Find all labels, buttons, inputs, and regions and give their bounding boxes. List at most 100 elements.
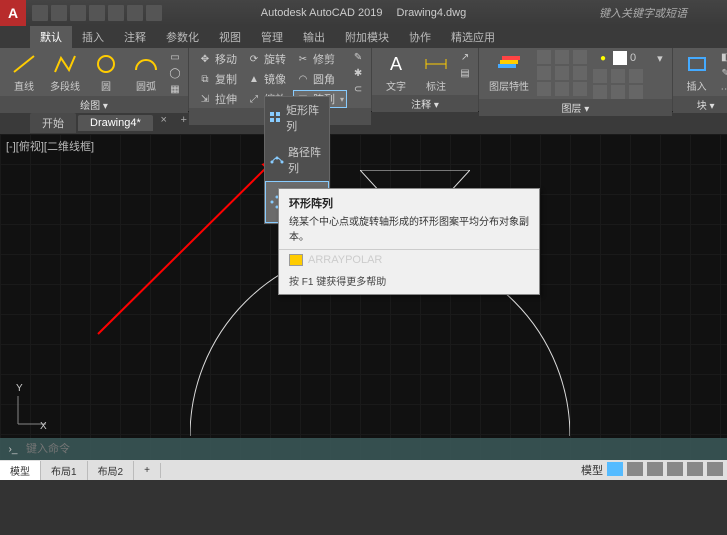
- qat-plot-icon[interactable]: [108, 5, 124, 21]
- panel-layer-title[interactable]: 图层 ▾: [479, 99, 672, 116]
- app-logo[interactable]: A: [0, 0, 26, 26]
- layer-tool-icon[interactable]: [555, 50, 569, 64]
- layer-tool-icon[interactable]: [555, 66, 569, 80]
- qat-undo-icon[interactable]: [127, 5, 143, 21]
- layout-tab-2[interactable]: 布局2: [88, 461, 135, 480]
- explode-icon[interactable]: ✱: [351, 66, 365, 80]
- tab-default[interactable]: 默认: [30, 26, 72, 48]
- layout-tab-add-icon[interactable]: +: [134, 463, 161, 478]
- qat-save-icon[interactable]: [70, 5, 86, 21]
- layer-tool-icon[interactable]: [537, 82, 551, 96]
- array-rect-item[interactable]: 矩形阵列: [265, 97, 329, 139]
- doc-tab-close-icon[interactable]: ×: [155, 114, 173, 132]
- move-button[interactable]: ✥移动: [195, 50, 240, 68]
- layer-tool-icon[interactable]: [573, 66, 587, 80]
- panel-block: 插入 ◧ ✎ ⋯ 块 ▾: [673, 48, 727, 111]
- command-input[interactable]: [26, 443, 721, 455]
- status-model-label[interactable]: 模型: [581, 462, 603, 478]
- line-button[interactable]: 直线: [6, 50, 42, 95]
- layer-tool-icon[interactable]: [537, 50, 551, 64]
- bulb-icon: ●: [596, 51, 610, 65]
- circle-button[interactable]: 圆: [88, 50, 124, 95]
- rect-icon[interactable]: ▭: [168, 50, 182, 64]
- layout-tab-model[interactable]: 模型: [0, 461, 41, 480]
- layer-tool-icon[interactable]: [555, 82, 569, 96]
- tab-output[interactable]: 输出: [293, 26, 335, 48]
- leader-icon[interactable]: ↗: [458, 50, 472, 64]
- layer-tool-icon[interactable]: [629, 85, 643, 99]
- tab-insert[interactable]: 插入: [72, 26, 114, 48]
- status-snap-icon[interactable]: [627, 462, 643, 476]
- table-icon[interactable]: ▤: [458, 66, 472, 80]
- panel-block-title[interactable]: 块 ▾: [673, 96, 727, 113]
- layer-tool-icon[interactable]: [611, 85, 625, 99]
- block-edit-icon[interactable]: ✎: [719, 66, 727, 80]
- tab-addins[interactable]: 附加模块: [335, 26, 399, 48]
- titlebar: A Autodesk AutoCAD 2019 Drawing4.dwg 键入关…: [0, 0, 727, 26]
- qat-new-icon[interactable]: [32, 5, 48, 21]
- qat-open-icon[interactable]: [51, 5, 67, 21]
- trim-button[interactable]: ✂修剪: [293, 50, 347, 68]
- layer-tool-icon[interactable]: [593, 69, 607, 83]
- ellipse-icon[interactable]: ◯: [168, 66, 182, 80]
- doc-tab-start[interactable]: 开始: [30, 113, 76, 133]
- drawing-canvas[interactable]: [-][俯视][二维线框] Y X ›_ 模型 布局1 布局2 + 模型: [0, 134, 727, 480]
- panel-annot-title[interactable]: 注释 ▾: [372, 95, 478, 112]
- command-icon: [289, 254, 303, 266]
- tab-view[interactable]: 视图: [209, 26, 251, 48]
- offset-icon[interactable]: ⊂: [351, 82, 365, 96]
- move-icon: ✥: [198, 52, 212, 66]
- command-line[interactable]: ›_: [0, 438, 727, 460]
- status-grid-icon[interactable]: [607, 462, 623, 476]
- stretch-icon: ⇲: [198, 92, 212, 106]
- stretch-button[interactable]: ⇲拉伸: [195, 90, 240, 108]
- annotation-arrow: [88, 154, 288, 344]
- layer-tool-icon[interactable]: [573, 82, 587, 96]
- tab-collab[interactable]: 协作: [399, 26, 441, 48]
- tab-manage[interactable]: 管理: [251, 26, 293, 48]
- polyline-button[interactable]: 多段线: [46, 50, 84, 95]
- copy-button[interactable]: ⧉复制: [195, 70, 240, 88]
- tab-annotate[interactable]: 注释: [114, 26, 156, 48]
- qat-saveas-icon[interactable]: [89, 5, 105, 21]
- status-osnap-icon[interactable]: [687, 462, 703, 476]
- dim-button[interactable]: 标注: [418, 50, 454, 95]
- layer-color-swatch: [613, 51, 627, 65]
- array-path-item[interactable]: 路径阵列: [265, 139, 329, 181]
- layer-tool-icon[interactable]: [593, 85, 607, 99]
- tooltip-help: 按 F1 键获得更多帮助: [279, 270, 539, 294]
- layer-tools: [537, 50, 589, 96]
- hatch-icon[interactable]: ▦: [168, 82, 182, 96]
- layer-tool-icon[interactable]: [611, 69, 625, 83]
- fillet-button[interactable]: ◠圆角: [293, 70, 347, 88]
- layer-tool-icon[interactable]: [537, 66, 551, 80]
- status-polar-icon[interactable]: [667, 462, 683, 476]
- status-more-icon[interactable]: [707, 462, 723, 476]
- search-hint[interactable]: 键入关键字或短语: [599, 5, 687, 21]
- panel-layer: 图层特性 ●0▾ 图层 ▾: [479, 48, 673, 111]
- status-ortho-icon[interactable]: [647, 462, 663, 476]
- tab-parametric[interactable]: 参数化: [156, 26, 209, 48]
- block-create-icon[interactable]: ◧: [719, 50, 727, 64]
- layout-tabs: 模型 布局1 布局2 + 模型: [0, 460, 727, 480]
- mirror-button[interactable]: ▲镜像: [244, 70, 289, 88]
- text-button[interactable]: A文字: [378, 50, 414, 95]
- layer-prop-button[interactable]: 图层特性: [485, 50, 533, 95]
- erase-icon[interactable]: ✎: [351, 50, 365, 64]
- view-label[interactable]: [-][俯视][二维线框]: [6, 138, 94, 154]
- tab-featured[interactable]: 精选应用: [441, 26, 505, 48]
- layer-tool-icon[interactable]: [629, 69, 643, 83]
- cmd-chevron-icon[interactable]: ›_: [6, 442, 20, 456]
- insert-block-button[interactable]: 插入: [679, 50, 715, 95]
- arc-button[interactable]: 圆弧: [128, 50, 164, 95]
- ribbon: 直线 多段线 圆 圆弧 ▭ ◯ ▦ 绘图 ▾ ✥移动 ⧉复制 ⇲拉伸 ⟳旋转 ▲…: [0, 48, 727, 112]
- rotate-icon: ⟳: [247, 52, 261, 66]
- panel-draw-title[interactable]: 绘图 ▾: [0, 96, 188, 113]
- rotate-button[interactable]: ⟳旋转: [244, 50, 289, 68]
- block-attr-icon[interactable]: ⋯: [719, 82, 727, 96]
- layer-tool-icon[interactable]: [573, 50, 587, 64]
- qat-redo-icon[interactable]: [146, 5, 162, 21]
- layer-combo[interactable]: ●0▾: [593, 50, 666, 66]
- doc-tab-current[interactable]: Drawing4*: [78, 115, 153, 131]
- layout-tab-1[interactable]: 布局1: [41, 461, 88, 480]
